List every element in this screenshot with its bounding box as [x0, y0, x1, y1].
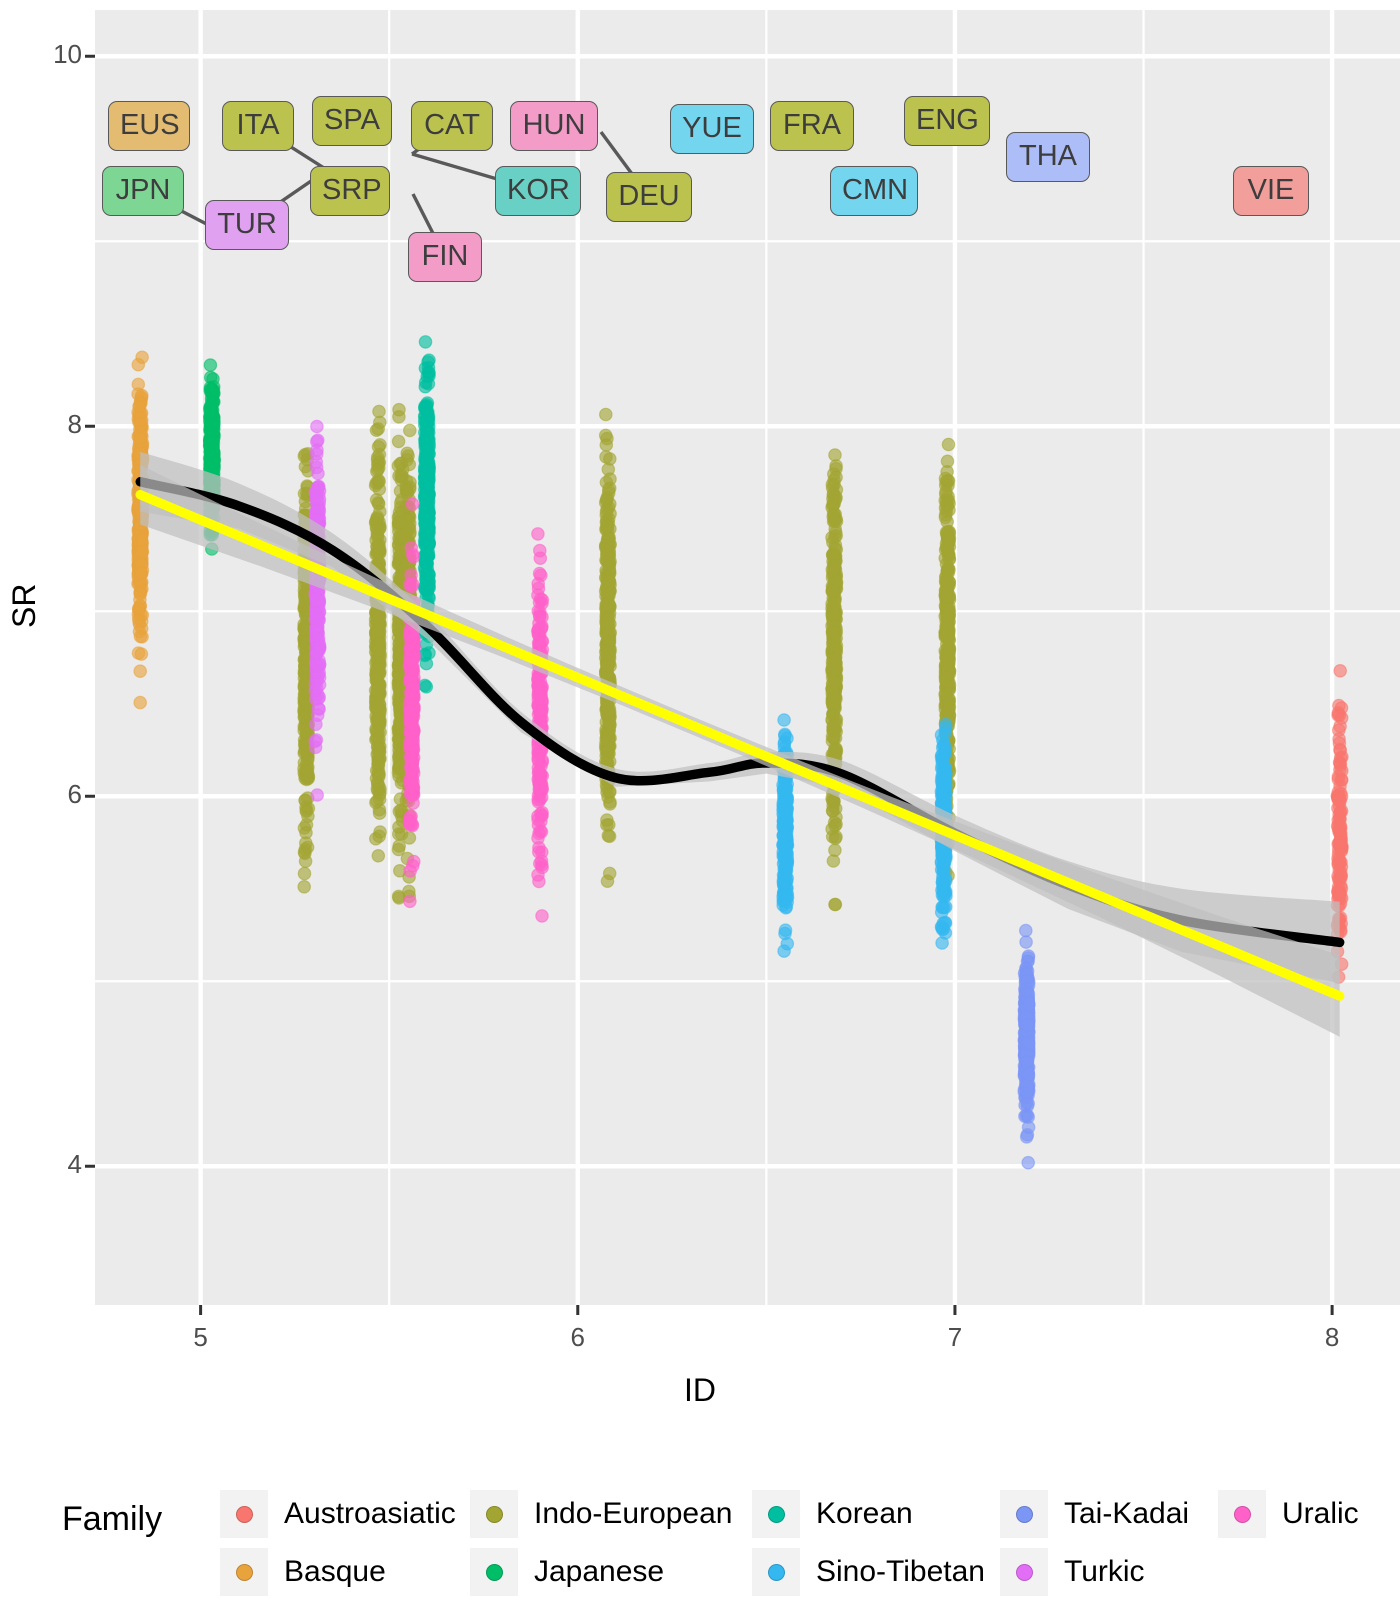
legend-point-icon	[1233, 1505, 1251, 1523]
legend-column: Indo-European Japanese	[470, 1485, 733, 1601]
legend-key-swatch	[1000, 1490, 1048, 1538]
legend-point-icon	[485, 1505, 503, 1523]
legend-key-swatch	[220, 1490, 268, 1538]
legend-point-icon	[767, 1563, 785, 1581]
legend-point-icon	[235, 1563, 253, 1581]
y-tick-label: 10	[53, 39, 82, 70]
language-label-eng: ENG	[904, 96, 990, 146]
legend-column: Uralic	[1218, 1485, 1359, 1543]
language-label-deu: DEU	[606, 172, 692, 222]
language-label-tha: THA	[1006, 132, 1090, 182]
language-label-srp: SRP	[310, 166, 390, 216]
legend-key-swatch	[752, 1490, 800, 1538]
legend-item[interactable]: Sino-Tibetan	[752, 1543, 985, 1601]
legend-item-label: Sino-Tibetan	[816, 1555, 985, 1588]
legend-column: Korean Sino-Tibetan	[752, 1485, 985, 1601]
legend-point-icon	[1015, 1505, 1033, 1523]
legend-item[interactable]: Uralic	[1218, 1485, 1359, 1543]
legend-point-icon	[1015, 1563, 1033, 1581]
legend-item-label: Basque	[284, 1555, 386, 1588]
legend-item-label: Japanese	[534, 1555, 665, 1588]
language-label-eus: EUS	[108, 101, 190, 151]
x-tick-label: 6	[570, 1322, 585, 1352]
legend-item[interactable]: Korean	[752, 1485, 985, 1543]
legend-item[interactable]: Turkic	[1000, 1543, 1189, 1601]
legend-point-icon	[485, 1563, 503, 1581]
legend-item-label: Tai-Kadai	[1064, 1497, 1190, 1530]
legend-key-swatch	[470, 1490, 518, 1538]
gridlines	[95, 10, 1400, 1305]
legend-item[interactable]: Japanese	[470, 1543, 733, 1601]
legend-key-swatch	[470, 1548, 518, 1596]
legend-item-label: Austroasiatic	[284, 1497, 456, 1530]
legend-key-swatch	[752, 1548, 800, 1596]
x-tick-label: 5	[193, 1322, 208, 1352]
legend-title: Family	[62, 1500, 163, 1538]
legend-item[interactable]: Tai-Kadai	[1000, 1485, 1189, 1543]
language-label-ita: ITA	[222, 101, 294, 151]
x-tick-label: 8	[1324, 1322, 1340, 1352]
legend-item-label: Korean	[816, 1497, 913, 1530]
language-label-spa: SPA	[312, 96, 392, 146]
language-label-vie: VIE	[1233, 166, 1309, 216]
legend-item-label: Turkic	[1064, 1555, 1145, 1588]
legend-item-label: Uralic	[1282, 1497, 1359, 1530]
language-label-fra: FRA	[770, 101, 854, 151]
language-label-tur: TUR	[205, 200, 289, 250]
language-label-kor: KOR	[495, 166, 581, 216]
legend-key-swatch	[1000, 1548, 1048, 1596]
legend-column: Tai-Kadai Turkic	[1000, 1485, 1189, 1601]
language-label-cmn: CMN	[830, 166, 918, 216]
legend-item-label: Indo-European	[534, 1497, 733, 1530]
x-axis-title: ID	[684, 1372, 716, 1408]
legend-item[interactable]: Basque	[220, 1543, 456, 1601]
legend-column: Austroasiatic Basque	[220, 1485, 456, 1601]
chart-root: 4 6 8 10 5 6 7 8 SR ID EUS JPN ITA TUR SPA SRP CAT FI…	[0, 0, 1400, 1618]
y-axis-title: SR	[6, 583, 42, 628]
language-label-cat: CAT	[411, 101, 493, 151]
legend-key-swatch	[1218, 1490, 1266, 1538]
legend-item[interactable]: Indo-European	[470, 1485, 733, 1543]
language-label-fin: FIN	[408, 232, 482, 282]
y-tick-label: 8	[67, 409, 82, 440]
y-tick-label: 6	[67, 779, 82, 810]
language-label-yue: YUE	[670, 104, 754, 154]
x-tick-label: 7	[947, 1322, 963, 1352]
legend-point-icon	[767, 1505, 785, 1523]
legend-key-swatch	[220, 1548, 268, 1596]
legend: Family Austroasiatic Basque Indo-European J…	[0, 1455, 1400, 1605]
language-label-hun: HUN	[510, 101, 598, 151]
legend-item[interactable]: Austroasiatic	[220, 1485, 456, 1543]
language-label-jpn: JPN	[102, 166, 184, 216]
y-tick-label: 4	[67, 1149, 82, 1180]
legend-point-icon	[235, 1505, 253, 1523]
